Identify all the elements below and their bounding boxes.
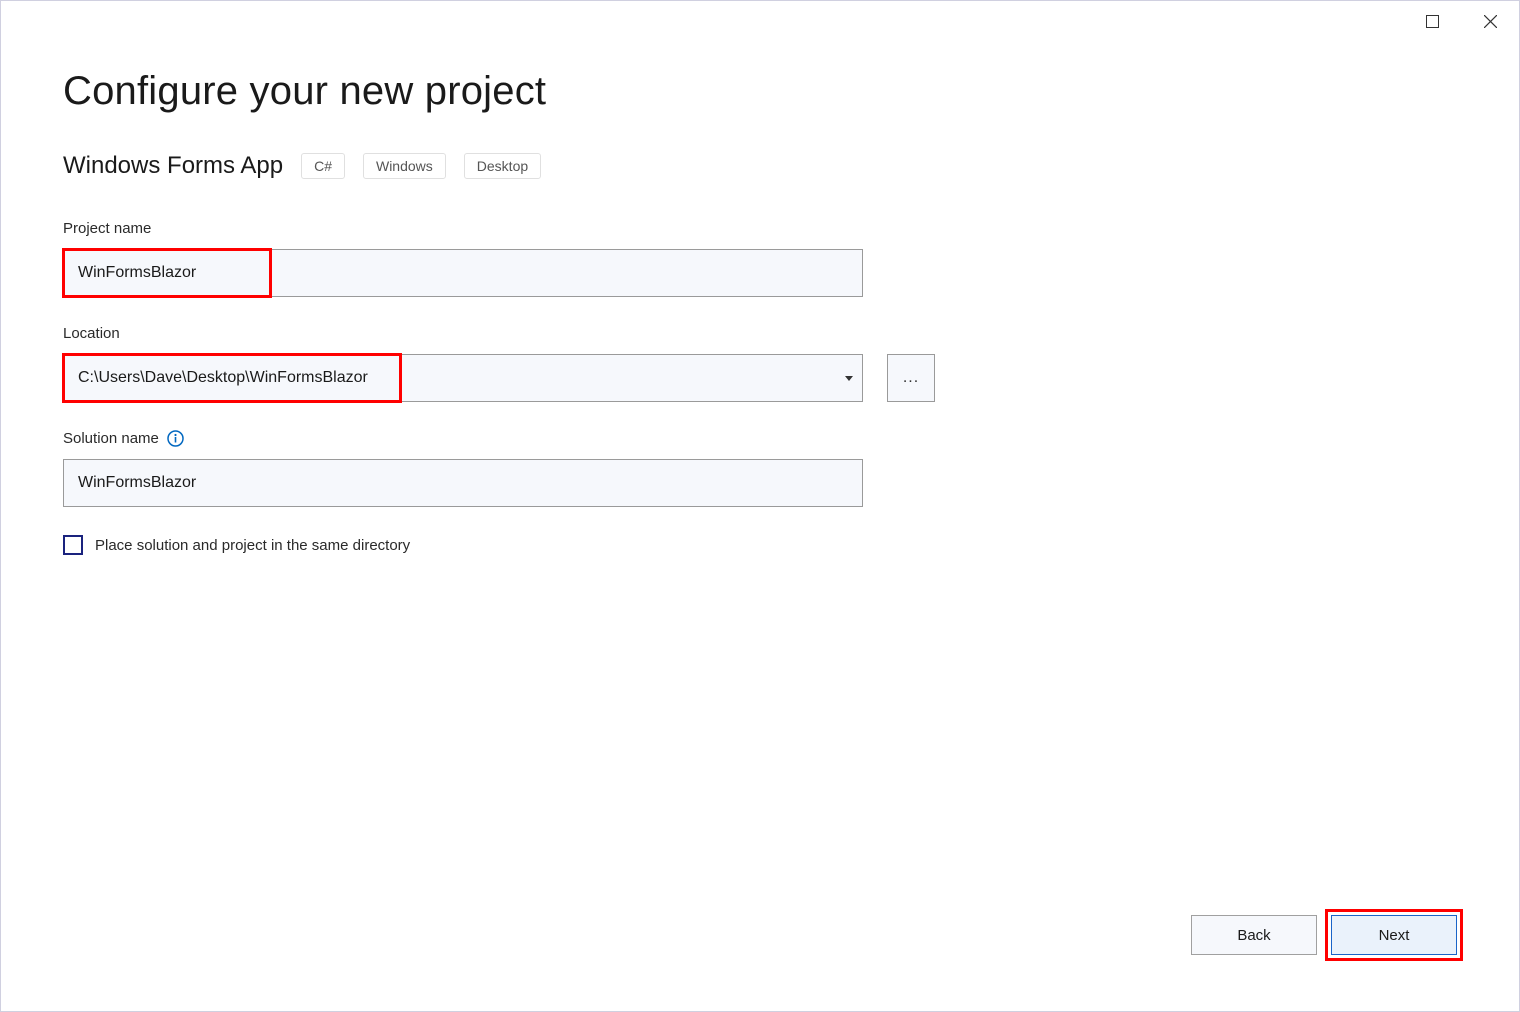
- maximize-button[interactable]: [1403, 1, 1461, 41]
- project-name-label: Project name: [63, 220, 1457, 237]
- location-input[interactable]: [63, 354, 863, 402]
- back-label: Back: [1237, 927, 1270, 944]
- template-name: Windows Forms App: [63, 152, 283, 180]
- template-info-row: Windows Forms App C# Windows Desktop: [63, 152, 1457, 180]
- solution-name-label: Solution name: [63, 430, 159, 447]
- project-name-input[interactable]: [63, 249, 863, 297]
- tag-platform: Windows: [363, 153, 446, 179]
- same-directory-checkbox[interactable]: [63, 535, 83, 555]
- project-name-group: Project name: [63, 220, 1457, 297]
- same-directory-row: Place solution and project in the same d…: [63, 535, 1457, 555]
- info-icon[interactable]: [167, 430, 184, 447]
- next-label: Next: [1379, 927, 1410, 944]
- solution-name-input[interactable]: [63, 459, 863, 507]
- page-title: Configure your new project: [63, 69, 1457, 114]
- close-icon: [1484, 15, 1497, 28]
- tag-project-type: Desktop: [464, 153, 541, 179]
- location-label: Location: [63, 325, 1457, 342]
- location-dropdown-button[interactable]: [837, 356, 861, 400]
- browse-button[interactable]: ...: [887, 354, 935, 402]
- back-button[interactable]: Back: [1191, 915, 1317, 955]
- browse-label: ...: [903, 369, 919, 387]
- dialog-footer: Back Next: [1191, 915, 1457, 955]
- tag-language: C#: [301, 153, 345, 179]
- solution-name-label-row: Solution name: [63, 430, 1457, 447]
- chevron-down-icon: [845, 376, 853, 381]
- dialog-content: Configure your new project Windows Forms…: [1, 1, 1519, 555]
- close-button[interactable]: [1461, 1, 1519, 41]
- maximize-icon: [1426, 15, 1439, 28]
- window-titlebar: [1403, 1, 1519, 41]
- solution-name-group: Solution name: [63, 430, 1457, 507]
- same-directory-label: Place solution and project in the same d…: [95, 537, 410, 554]
- location-group: Location ...: [63, 325, 1457, 402]
- next-button[interactable]: Next: [1331, 915, 1457, 955]
